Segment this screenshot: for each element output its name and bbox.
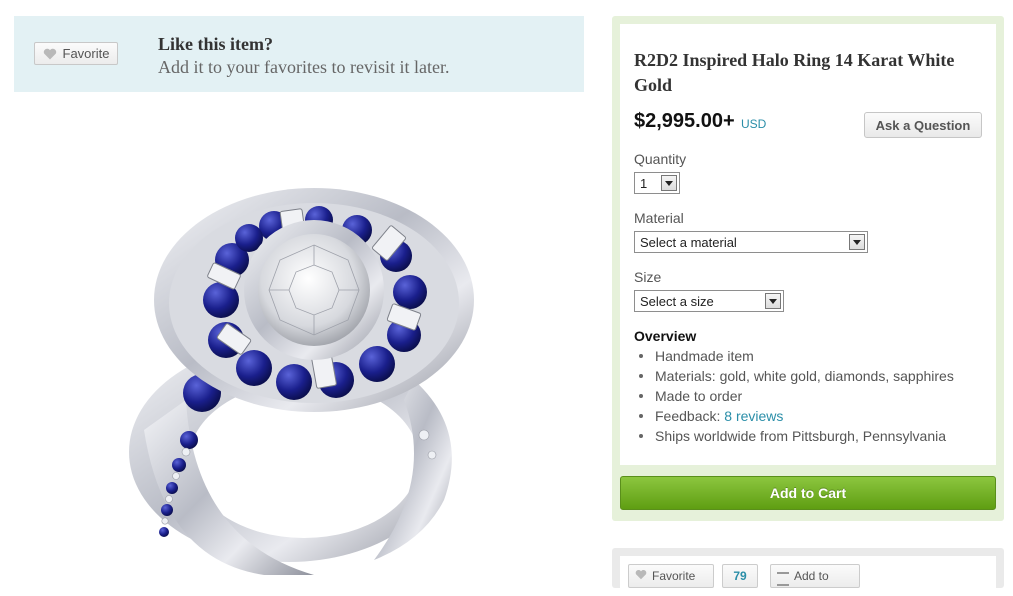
overview-list: Handmade item Materials: gold, white gol… (634, 346, 954, 446)
material-select[interactable]: Select a material (634, 231, 868, 253)
favorite-item-button[interactable]: Favorite (628, 564, 714, 588)
reviews-link[interactable]: 8 reviews (724, 408, 783, 424)
quantity-label: Quantity (634, 151, 687, 167)
add-to-list-label: Add to (794, 569, 829, 583)
add-to-list-button[interactable]: Add to (770, 564, 860, 588)
product-title: R2D2 Inspired Halo Ring 14 Karat White G… (634, 50, 955, 95)
overview-item: Made to order (634, 386, 954, 406)
dropdown-arrow-icon (765, 293, 781, 309)
overview-item: Materials: gold, white gold, diamonds, s… (634, 366, 954, 386)
buy-box-content: R2D2 Inspired Halo Ring 14 Karat White G… (620, 24, 996, 465)
add-to-cart-button[interactable]: Add to Cart (620, 476, 996, 510)
material-value: Select a material (640, 234, 737, 250)
ask-question-button[interactable]: Ask a Question (864, 112, 982, 138)
heart-icon (43, 48, 56, 59)
feedback-label: Feedback: (655, 408, 725, 424)
list-icon (777, 572, 789, 586)
secondary-actions-panel: Favorite 79 Add to (612, 548, 1004, 596)
overview-heading: Overview (634, 328, 697, 344)
size-value: Select a size (640, 293, 714, 309)
ring-illustration (129, 188, 474, 575)
material-label: Material (634, 210, 684, 226)
dropdown-arrow-icon (849, 234, 865, 250)
favorite-button-label: Favorite (62, 46, 110, 61)
size-select[interactable]: Select a size (634, 290, 784, 312)
dropdown-arrow-icon (661, 175, 677, 191)
favorite-item-label: Favorite (652, 569, 696, 583)
favorite-count[interactable]: 79 (722, 564, 758, 588)
favorite-banner-title: Like this item? (158, 34, 273, 54)
favorite-button[interactable]: Favorite (34, 42, 118, 65)
product-image[interactable] (14, 100, 584, 575)
favorite-banner-subtitle: Add it to your favorites to revisit it l… (158, 57, 450, 77)
overview-item: Ships worldwide from Pittsburgh, Pennsyl… (634, 426, 954, 446)
secondary-actions: Favorite 79 Add to (620, 556, 996, 596)
buy-box: R2D2 Inspired Halo Ring 14 Karat White G… (612, 16, 1004, 521)
quantity-value: 1 (640, 175, 648, 191)
size-label: Size (634, 269, 662, 285)
favorite-banner: Favorite Like this item? Add it to your … (14, 16, 584, 92)
price-currency[interactable]: USD (741, 117, 766, 131)
overview-item-feedback: Feedback: 8 reviews (634, 406, 954, 426)
quantity-select[interactable]: 1 (634, 172, 680, 194)
product-price: $2,995.00+ (634, 110, 735, 132)
overview-item: Handmade item (634, 346, 954, 366)
